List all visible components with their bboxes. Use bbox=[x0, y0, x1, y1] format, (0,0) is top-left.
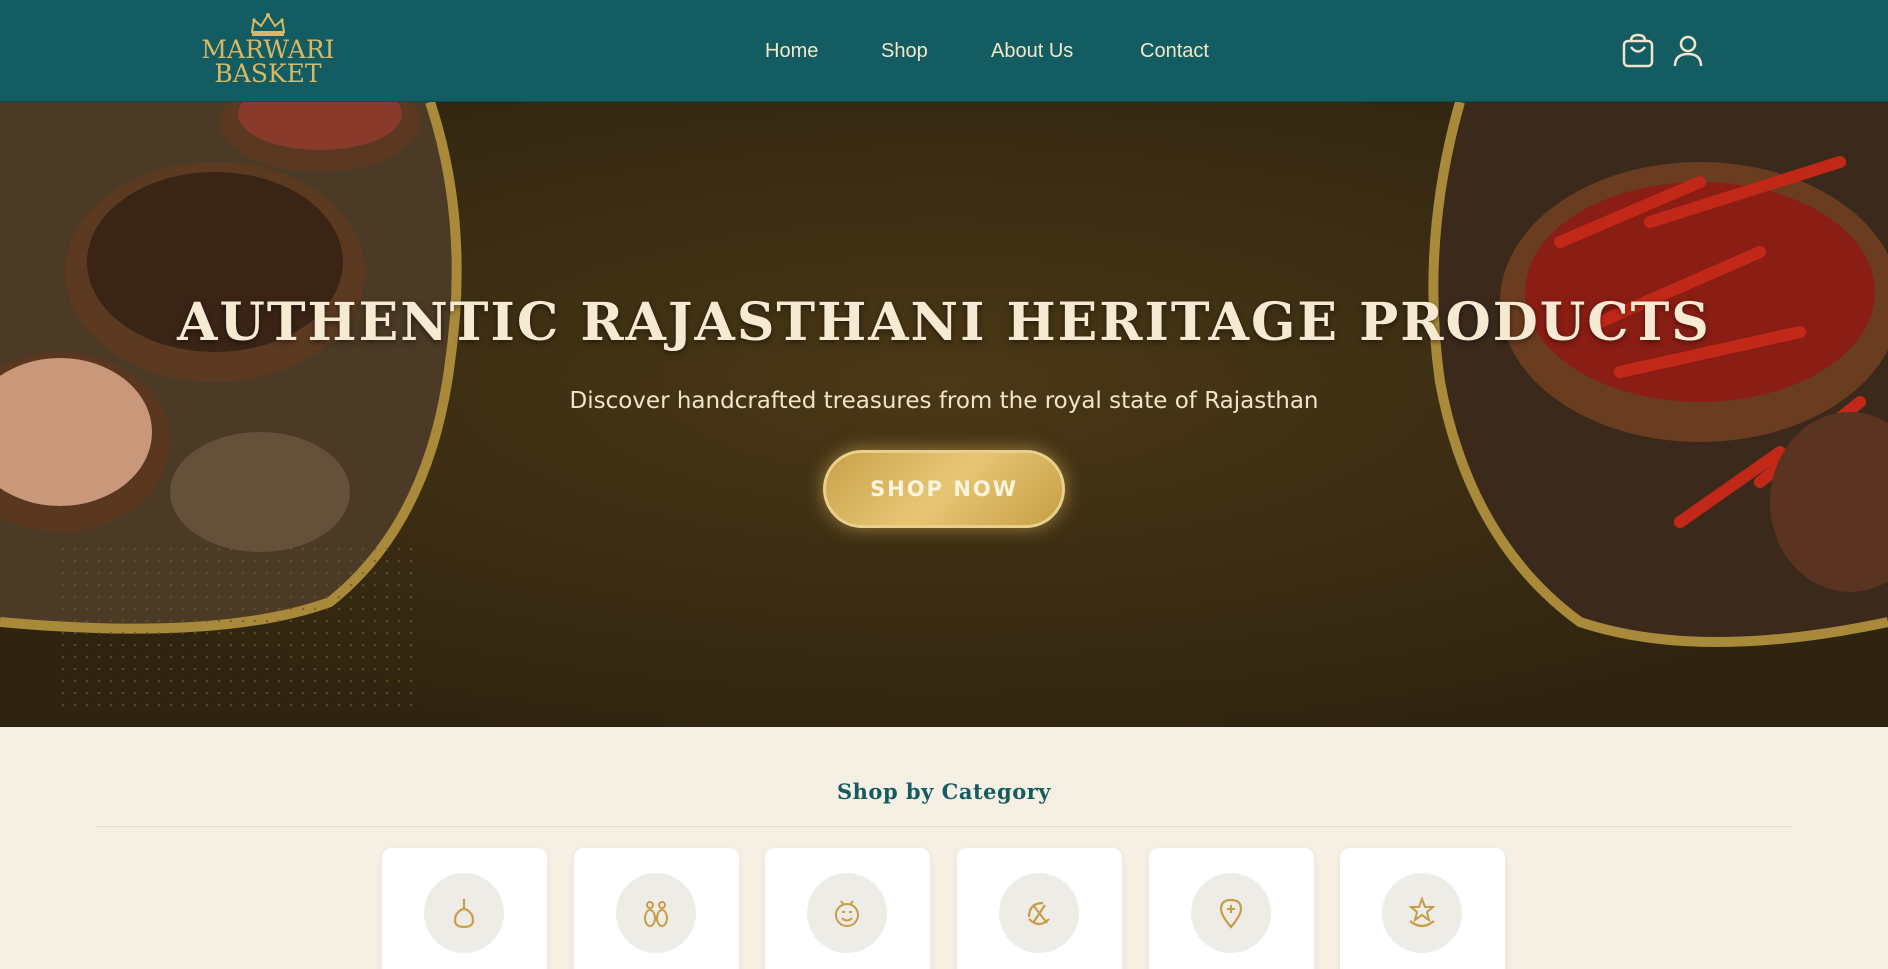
logo-line-2: BASKET bbox=[214, 59, 322, 88]
pin-icon bbox=[1219, 898, 1243, 929]
hand-icon bbox=[453, 899, 475, 929]
nav-shop[interactable]: Shop bbox=[881, 36, 928, 66]
category-icon-circle bbox=[999, 873, 1079, 953]
nav-contact[interactable]: Contact bbox=[1140, 36, 1209, 66]
site-logo[interactable]: MARWARI BASKET bbox=[200, 12, 336, 86]
star-hand-icon bbox=[1408, 896, 1436, 928]
category-icon-circle bbox=[1191, 873, 1271, 953]
category-icon-circle bbox=[616, 873, 696, 953]
category-card[interactable] bbox=[765, 848, 930, 969]
category-card[interactable] bbox=[957, 848, 1122, 969]
hero-banner: AUTHENTIC RAJASTHANI HERITAGE PRODUCTS D… bbox=[0, 102, 1888, 727]
shop-by-category-section: Shop by Category bbox=[0, 727, 1888, 969]
section-divider bbox=[96, 826, 1792, 827]
nav-about-us[interactable]: About Us bbox=[991, 36, 1073, 66]
category-card[interactable] bbox=[574, 848, 739, 969]
site-header: MARWARI BASKET Home Shop About Us Contac… bbox=[0, 0, 1888, 102]
user-icon[interactable] bbox=[1670, 32, 1706, 70]
category-card[interactable] bbox=[1340, 848, 1505, 969]
category-icon-circle bbox=[807, 873, 887, 953]
hero-title: AUTHENTIC RAJASTHANI HERITAGE PRODUCTS bbox=[177, 292, 1711, 353]
face-icon bbox=[835, 900, 859, 927]
category-card[interactable] bbox=[382, 848, 547, 969]
shop-now-button[interactable]: SHOP NOW bbox=[823, 450, 1065, 528]
category-card[interactable] bbox=[1149, 848, 1314, 969]
hero-background-image bbox=[0, 102, 1888, 727]
shopping-bag-icon[interactable] bbox=[1620, 32, 1656, 70]
hero-subtitle: Discover handcrafted treasures from the … bbox=[569, 388, 1319, 414]
category-icon-circle bbox=[424, 873, 504, 953]
nav-home[interactable]: Home bbox=[765, 36, 818, 66]
category-section-title: Shop by Category bbox=[837, 779, 1051, 804]
category-icon-circle bbox=[1382, 873, 1462, 953]
wheel-icon bbox=[1027, 901, 1050, 926]
earrings-icon bbox=[644, 901, 668, 927]
